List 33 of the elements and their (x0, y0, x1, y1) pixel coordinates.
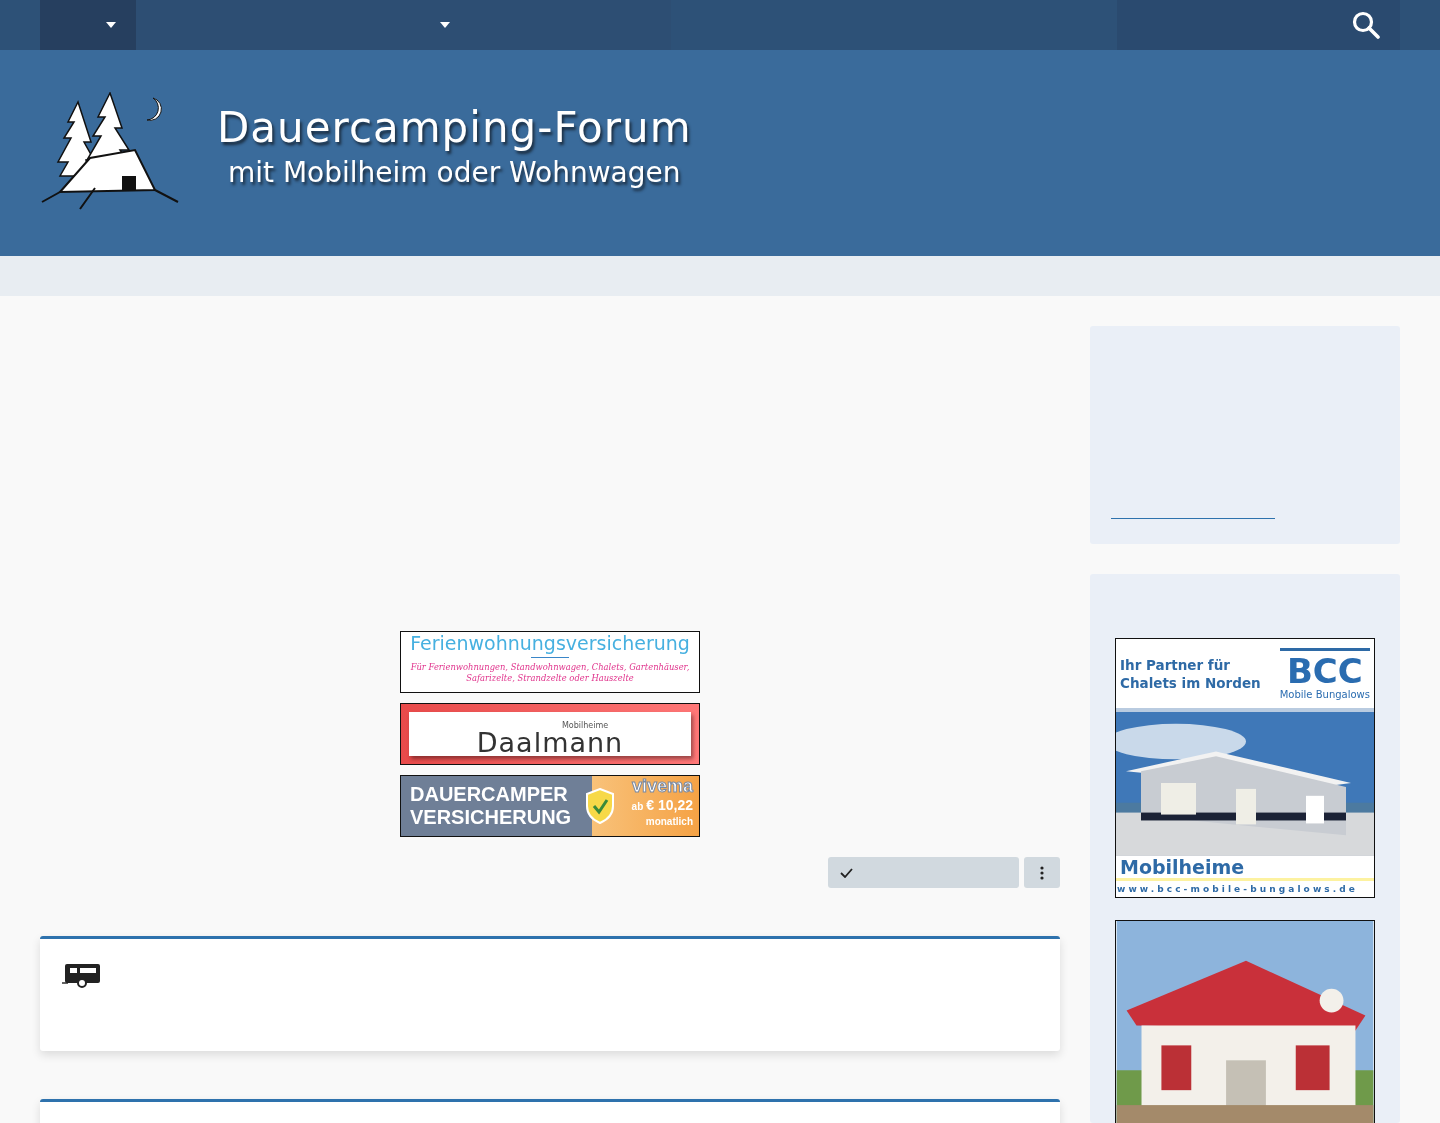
nav-menu-item[interactable] (40, 0, 136, 50)
caravan-icon (62, 964, 101, 988)
ad-text: Ihr Partner für (1120, 655, 1231, 674)
banner-text: Für Ferienwohnungen, Standwohnwagen, Chalets, Gartenhäuser, Safarizelte, Strandzelte oder Hauszelte (409, 662, 691, 684)
banner-brand: Daalmann (476, 730, 624, 756)
banner-brand: vivema (631, 776, 693, 796)
dealer-banner[interactable]: Mobilheime Daalmann (400, 703, 700, 765)
caret-icon (106, 22, 116, 28)
more-icon (1040, 865, 1044, 880)
advertisement[interactable]: Ihr Partner für Chalets im Norden BCC Mobile Bungalows Mobilheime www.bcc-mobile-bungalows.de (1115, 638, 1375, 898)
ad-logo-subtitle: Mobile Bungalows (1279, 688, 1370, 700)
ad-text: Chalets im Norden (1120, 673, 1261, 692)
insurance-banner[interactable]: Ferienwohnungsversicherung Für Ferienwohnungen, Standwohnwagen, Chalets, Gartenhäuser, Safarizelte, Strandzelte oder Hauszelte (400, 631, 700, 693)
ad-url: www.bcc-mobile-bungalows.de (1116, 883, 1360, 896)
ad-caption: Mobilheime (1116, 856, 1374, 881)
shield-icon (585, 788, 615, 824)
insurance-banner[interactable]: DAUERCAMPER VERSICHERUNG vivema ab € 10,22 monatlich (400, 775, 700, 837)
ad-logo: BCC (1286, 652, 1363, 689)
banner-price: ab € 10,22 (631, 796, 693, 815)
more-button[interactable] (1024, 857, 1060, 888)
site-title: Dauercamping-Forum (217, 103, 692, 152)
banner-title: VERSICHERUNG (410, 806, 573, 829)
caret-icon (440, 22, 450, 28)
site-subtitle: mit Mobilheim oder Wohnwagen (228, 156, 681, 189)
nav-menu-item[interactable] (136, 0, 671, 50)
banner-title: DAUERCAMPER (410, 783, 569, 806)
search-icon (1352, 11, 1380, 39)
search-button[interactable] (1117, 0, 1400, 50)
mark-read-button[interactable] (828, 857, 1019, 888)
check-icon (840, 867, 853, 878)
banner-period: monatlich (645, 816, 693, 828)
banner-tagline: Mobilheime (561, 721, 609, 730)
banner-title: Ferienwohnungsversicherung (409, 632, 691, 654)
